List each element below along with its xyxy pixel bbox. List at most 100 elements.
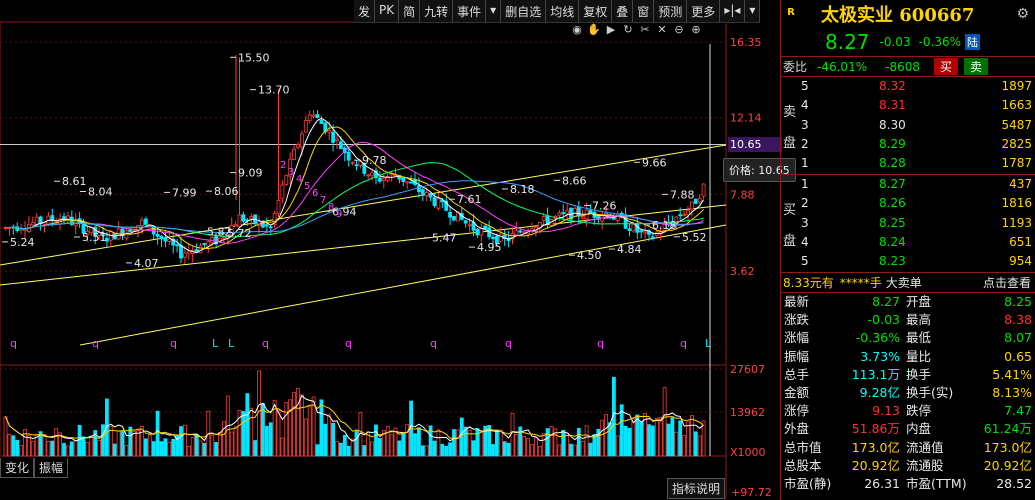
zoom-out-icon[interactable]: ⊖ (672, 23, 686, 37)
volume-bar (623, 425, 628, 457)
kline-chart[interactable]: 16.35 12.14 7.88 3.62 15.50 13.70 8.618.04 7.99… (0, 0, 780, 500)
volume-bar (307, 406, 312, 457)
stat-value: -0.36% (855, 330, 900, 346)
candle-body (615, 213, 620, 221)
price-annotation: 4.95 (477, 241, 502, 254)
stat-value: 61.24万 (983, 421, 1032, 437)
stat-value: 8.27 (872, 294, 900, 309)
stat-row: 总股本 20.92亿 流通股 20.92亿 (781, 457, 1035, 475)
tab-amplitude[interactable]: 振幅 (34, 458, 69, 478)
ask-volume: 2825 (1001, 136, 1032, 151)
stat-value: 9.28亿 (859, 384, 900, 400)
toolbar-item-0[interactable]: 发 (354, 0, 376, 22)
toolbar-item-13[interactable]: ▸|◂ (720, 0, 746, 22)
eye-icon[interactable]: ◉ (570, 23, 584, 37)
toolbar-item-9[interactable]: 叠 (612, 0, 634, 22)
webi-row: 委比 -46.01% -8608 买 卖 (781, 56, 1035, 77)
big-order-row[interactable]: 8.33元有 *****手 大卖单 点击查看 (781, 272, 1035, 292)
price-annotation: 8.66 (562, 174, 587, 187)
price-annotation: 8.18 (510, 183, 535, 196)
stat-key: 涨幅 (784, 330, 810, 346)
sequence-label: 5 (304, 181, 310, 192)
indicator-help-button[interactable]: 指标说明 (667, 478, 726, 499)
bid-row[interactable]: 3 8.25 1193 (781, 214, 1035, 233)
stat-row: 市盈(静) 26.31 市盈(TTM) 28.52 (781, 475, 1035, 493)
volume-bar (522, 435, 527, 457)
play-icon[interactable]: ▶ (604, 23, 618, 37)
price-annotation: 8.61 (62, 175, 87, 188)
volume-bar (588, 442, 593, 457)
candle-body (237, 214, 242, 228)
stat-key: 总股本 (784, 457, 822, 473)
toolbar-item-14[interactable]: ▾ (745, 0, 761, 22)
ask-row[interactable]: 2 8.29 2825 (781, 135, 1035, 154)
volume-bar (229, 431, 234, 457)
ask-row[interactable]: 1 8.28 1787 (781, 154, 1035, 173)
ask-row[interactable]: 3 8.30 5487 (781, 116, 1035, 135)
toolbar-item-5[interactable]: ▾ (486, 0, 502, 22)
volume-bar (549, 426, 554, 457)
price-annotation: 9.66 (642, 156, 667, 169)
toolbar-item-7[interactable]: 均线 (546, 0, 580, 22)
toolbar-item-2[interactable]: 简 (399, 0, 421, 22)
signal-marker: L (705, 337, 712, 350)
volume-bar (377, 438, 382, 457)
toolbar-item-8[interactable]: 复权 (579, 0, 613, 22)
candle-body (436, 198, 441, 209)
toolbar-item-6[interactable]: 删自选 (501, 0, 547, 22)
gear-icon[interactable]: ⚙ (1016, 6, 1029, 22)
volume-bar (112, 443, 117, 457)
toolbar-item-12[interactable]: 更多 (687, 0, 721, 22)
toolbar-item-11[interactable]: 预测 (654, 0, 688, 22)
toolbar-item-4[interactable]: 事件 (453, 0, 487, 22)
stat-row: 最新 8.27 开盘 8.25 (781, 293, 1035, 311)
hand-icon[interactable]: ✋ (587, 23, 601, 37)
cross-icon[interactable]: ✕ (655, 23, 669, 37)
volume-bar (276, 409, 281, 457)
stat-value: 8.13% (992, 384, 1032, 400)
toolbar-item-10[interactable]: 窗 (633, 0, 655, 22)
volume-bar (62, 443, 66, 457)
bid-price: 8.25 (879, 215, 906, 230)
scissors-icon[interactable]: ✂ (638, 23, 652, 37)
candle-body (561, 212, 566, 215)
volume-bar (167, 441, 172, 457)
sequence-label: 4 (296, 174, 302, 185)
bid-row[interactable]: 2 8.26 1816 (781, 194, 1035, 213)
candle-body (182, 252, 187, 258)
ask-row[interactable]: 4 8.31 1663 (781, 96, 1035, 115)
volume-bar (194, 434, 199, 457)
sell-button[interactable]: 卖 (964, 58, 989, 75)
zoom-in-icon[interactable]: ⊕ (689, 23, 703, 37)
stat-row: 外盘 51.86万 内盘 61.24万 (781, 420, 1035, 438)
volume-bar (89, 435, 94, 457)
price-annotation: 5.47 (432, 232, 457, 245)
candle-body (377, 177, 382, 182)
candle-body (475, 228, 480, 236)
ask-row[interactable]: 5 8.32 1897 (781, 77, 1035, 96)
candle-body (409, 181, 414, 184)
volume-bar (670, 417, 675, 457)
buy-button[interactable]: 买 (933, 58, 958, 75)
volume-bar (335, 441, 339, 457)
volume-bar (541, 433, 546, 457)
bid-row[interactable]: 4 8.24 651 (781, 233, 1035, 252)
candle-body (319, 119, 324, 124)
click-view-link[interactable]: 点击查看 (983, 274, 1031, 291)
stat-key: 换手(实) (906, 384, 954, 400)
stat-value: 51.86万 (851, 421, 900, 437)
volume-bar (284, 402, 289, 457)
refresh-icon[interactable]: ↻ (621, 23, 635, 37)
tab-change[interactable]: 变化 (0, 458, 35, 478)
chart-toolbar: 发 PK 简九转 事件 ▾ 删自选 均线 复权叠窗预测 更多 ▸|◂ ▾ (354, 0, 761, 23)
candle-body (155, 234, 160, 237)
bid-row[interactable]: 5 8.23 954 (781, 252, 1035, 271)
toolbar-item-1[interactable]: PK (375, 0, 400, 22)
volume-bar (77, 424, 82, 457)
bid-row[interactable]: 1 8.27 437 (781, 175, 1035, 194)
toolbar-item-3[interactable]: 九转 (420, 0, 454, 22)
volume-bar (218, 431, 222, 457)
volume-bar (299, 394, 304, 457)
ask-price: 8.31 (879, 98, 906, 113)
price-annotation: 5.72 (227, 227, 252, 240)
